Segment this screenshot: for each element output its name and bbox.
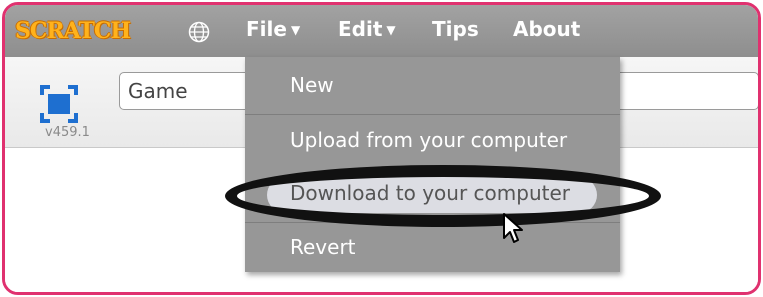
menu-item-upload[interactable]: Upload from your computer (245, 128, 620, 152)
menu-item-new[interactable]: New (245, 73, 620, 97)
screenshot-frame: SCRATCH File ▼ Edit ▼ Tips About v459.1 Ga… (2, 2, 761, 295)
mouse-pointer-icon (503, 213, 523, 243)
menu-item-revert[interactable]: Revert (245, 235, 620, 259)
highlight-oval-annotation (225, 165, 661, 227)
scratch-logo[interactable]: SCRATCH (15, 15, 131, 47)
fullscreen-icon[interactable] (40, 85, 78, 123)
file-menu[interactable]: File ▼ (246, 17, 300, 41)
menu-divider (245, 114, 620, 115)
about-menu[interactable]: About (513, 17, 580, 41)
chevron-down-icon: ▼ (290, 23, 301, 37)
menu-bar: SCRATCH File ▼ Edit ▼ Tips About (5, 5, 758, 57)
globe-icon[interactable] (188, 21, 210, 43)
edit-menu[interactable]: Edit ▼ (338, 17, 396, 41)
chevron-down-icon: ▼ (386, 23, 396, 37)
tips-menu[interactable]: Tips (432, 17, 479, 41)
version-label: v459.1 (45, 125, 90, 140)
